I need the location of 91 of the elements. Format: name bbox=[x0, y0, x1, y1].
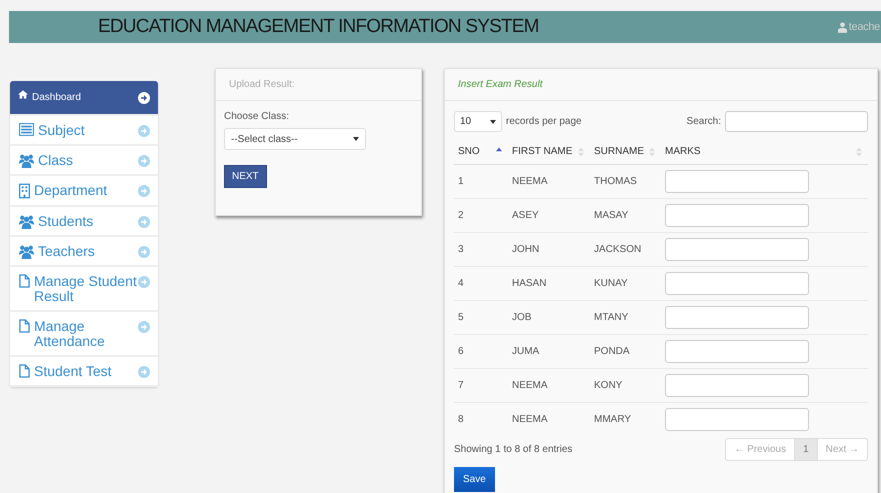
field-label: Choose Class: bbox=[224, 111, 290, 122]
table-cell: PONDA bbox=[590, 334, 661, 368]
page-size-label: records per page bbox=[506, 116, 582, 127]
table-cell: JUMA bbox=[508, 334, 590, 368]
file-icon bbox=[19, 364, 30, 378]
home-icon bbox=[18, 90, 28, 99]
page-size-select[interactable]: 10 bbox=[454, 111, 502, 132]
menu-label: Dashboard bbox=[32, 91, 81, 105]
marks-field[interactable] bbox=[665, 238, 809, 261]
table-cell: 8 bbox=[454, 402, 508, 436]
file-icon bbox=[19, 274, 30, 288]
app-title: EDUCATION MANAGEMENT INFORMATION SYSTEM bbox=[98, 16, 539, 38]
table-cell: HASAN bbox=[508, 266, 590, 300]
file-icon bbox=[19, 319, 30, 333]
column-header[interactable]: FIRST NAME bbox=[512, 146, 572, 157]
panel-title: Upload Result: bbox=[229, 79, 295, 90]
table-cell: 7 bbox=[454, 368, 508, 402]
sidebar-item[interactable]: Dashboard bbox=[10, 81, 158, 116]
sidebar-item[interactable]: Teachers bbox=[10, 237, 158, 267]
user-icon bbox=[838, 22, 847, 32]
arrow-circle-icon bbox=[138, 92, 150, 104]
arrow-circle-icon bbox=[138, 321, 150, 333]
table-cell: 3 bbox=[454, 232, 508, 266]
menu-label: Department bbox=[34, 183, 108, 198]
sidebar-item[interactable]: Manage Attendance bbox=[10, 312, 158, 357]
list-icon bbox=[19, 123, 34, 136]
table-cell: 5 bbox=[454, 300, 508, 334]
sidebar-item[interactable]: Students bbox=[10, 207, 158, 237]
table-cell: MTANY bbox=[590, 300, 661, 334]
menu-label: Manage Student Result bbox=[34, 274, 138, 304]
table-cell: NEEMA bbox=[508, 164, 590, 198]
next-button[interactable]: NEXT bbox=[224, 165, 267, 188]
marks-field[interactable] bbox=[665, 170, 809, 193]
arrow-circle-icon bbox=[138, 246, 150, 258]
sidebar-item[interactable]: Manage Student Result bbox=[10, 267, 158, 312]
sidebar-item[interactable]: Department bbox=[10, 176, 158, 207]
table-cell: ASEY bbox=[508, 198, 590, 232]
save-button[interactable]: Save bbox=[454, 467, 495, 492]
table-cell: 2 bbox=[454, 198, 508, 232]
marks-field[interactable] bbox=[665, 374, 809, 397]
table-cell: 4 bbox=[454, 266, 508, 300]
menu-label: Students bbox=[38, 214, 94, 229]
caret-icon bbox=[490, 120, 496, 124]
arrow-circle-icon bbox=[138, 366, 150, 378]
column-header[interactable]: SNO bbox=[458, 146, 480, 157]
column-header[interactable]: MARKS bbox=[665, 146, 701, 157]
arrow-circle-icon bbox=[138, 216, 150, 228]
arrow-circle-icon bbox=[138, 155, 150, 167]
menu-label: Class bbox=[38, 153, 74, 168]
arrow-circle-icon bbox=[138, 276, 150, 288]
sidebar-item[interactable]: Subject bbox=[10, 116, 158, 146]
pagination-link[interactable]: ← Previous bbox=[726, 439, 794, 460]
table-cell: JOHN bbox=[508, 232, 590, 266]
arrow-circle-icon bbox=[138, 185, 150, 197]
marks-field[interactable] bbox=[665, 272, 809, 295]
sidebar-item[interactable]: Class bbox=[10, 146, 158, 176]
pagination-link[interactable]: Next → bbox=[816, 439, 867, 460]
menu-label: Manage Attendance bbox=[34, 319, 106, 349]
table-cell: MMARY bbox=[590, 402, 661, 436]
table-cell: 6 bbox=[454, 334, 508, 368]
table-cell: THOMAS bbox=[590, 164, 661, 198]
marks-field[interactable] bbox=[665, 340, 809, 363]
menu-label: Subject bbox=[38, 123, 85, 138]
table-cell: JACKSON bbox=[590, 232, 661, 266]
column-header[interactable]: SURNAME bbox=[594, 146, 644, 157]
class-select[interactable]: --Select class-- bbox=[224, 128, 366, 150]
user-name[interactable]: teache bbox=[848, 21, 880, 33]
table-cell: 1 bbox=[454, 164, 508, 198]
menu-label: Student Test bbox=[34, 364, 112, 379]
panel-title: Insert Exam Result bbox=[458, 79, 542, 90]
menu-label: Teachers bbox=[38, 244, 95, 259]
users-icon bbox=[19, 153, 34, 168]
arrow-circle-icon bbox=[138, 125, 150, 137]
table-cell: KUNAY bbox=[590, 266, 661, 300]
entries-info: Showing 1 to 8 of 8 entries bbox=[454, 444, 572, 455]
marks-field[interactable] bbox=[665, 204, 809, 227]
marks-field[interactable] bbox=[665, 306, 809, 329]
pagination-link[interactable]: 1 bbox=[794, 439, 817, 460]
users-icon bbox=[19, 214, 34, 229]
table-cell: NEEMA bbox=[508, 368, 590, 402]
search-field[interactable] bbox=[725, 111, 868, 132]
search-label: Search: bbox=[686, 116, 721, 127]
users-icon bbox=[19, 244, 34, 259]
marks-field[interactable] bbox=[665, 408, 809, 431]
caret-icon bbox=[353, 137, 359, 141]
sidebar-item[interactable]: Student Test bbox=[10, 357, 158, 387]
table-cell: JOB bbox=[508, 300, 590, 334]
building-icon bbox=[19, 183, 30, 199]
table-cell: MASAY bbox=[590, 198, 661, 232]
table-cell: NEEMA bbox=[508, 402, 590, 436]
table-cell: KONY bbox=[590, 368, 661, 402]
